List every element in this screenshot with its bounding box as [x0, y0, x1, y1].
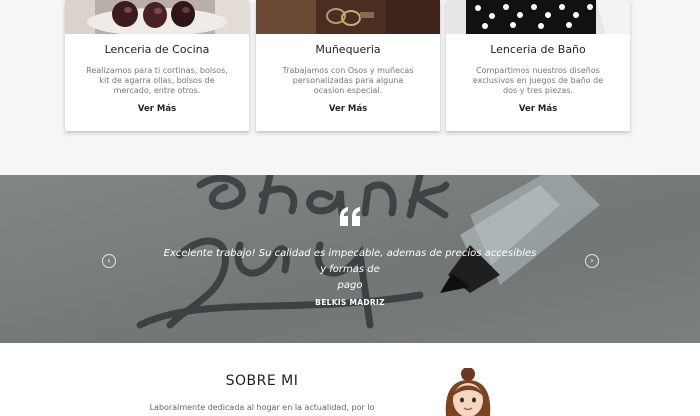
- service-description-line: exclusivos en juegos de baño de: [472, 76, 604, 85]
- quote-icon: [340, 207, 360, 226]
- service-description-line: kit de agarra ollas, bolsos de: [99, 76, 215, 85]
- testimonial-author: BELKIS MADRIZ: [315, 298, 385, 307]
- service-image-cocina: [65, 0, 249, 34]
- service-title: Lenceria de Baño: [490, 43, 586, 56]
- service-image-munequeria: [256, 0, 440, 34]
- service-title: Muñequeria: [315, 43, 381, 56]
- service-description: Realizamos para ti cortinas, bolsos, kit…: [79, 66, 235, 96]
- testimonial-quote-line: pago: [337, 280, 363, 291]
- ver-mas-link[interactable]: Ver Más: [65, 104, 249, 114]
- service-card-munequeria: Muñequeria Trabajamos con Osos y muñecas…: [256, 0, 440, 131]
- service-description-line: Compartimos nuestros diseños: [476, 66, 600, 75]
- service-card-bano: Lenceria de Baño Compartimos nuestros di…: [446, 0, 630, 131]
- service-description: Compartimos nuestros diseños exclusivos …: [460, 66, 616, 96]
- service-card-cocina: Lenceria de Cocina Realizamos para ti co…: [65, 0, 249, 131]
- service-title: Lenceria de Cocina: [104, 43, 210, 56]
- service-image-bano: [446, 0, 630, 34]
- ver-mas-link[interactable]: Ver Más: [446, 104, 630, 114]
- testimonial-quote: Excelente trabajo! Su calidad es impecab…: [160, 246, 540, 294]
- service-description-line: Trabajamos con Osos y muñecas: [282, 66, 414, 75]
- service-description-line: mercado, entre otros.: [113, 86, 201, 95]
- services-section: Lenceria de Cocina Realizamos para ti co…: [0, 0, 700, 175]
- avatar-illustration: [445, 368, 491, 416]
- ver-mas-link[interactable]: Ver Más: [256, 104, 440, 114]
- service-description: Trabajamos con Osos y muñecas personaliz…: [270, 66, 426, 96]
- service-description-line: personalizadas para alguna: [292, 76, 404, 85]
- testimonial-quote-line: Excelente trabajo! Su calidad es impecab…: [163, 248, 537, 275]
- carousel-prev-button[interactable]: ‹: [102, 254, 116, 268]
- carousel-next-button[interactable]: ›: [585, 254, 599, 268]
- about-section: SOBRE MI Laboralmente dedicada al hogar …: [0, 343, 700, 416]
- service-description-line: ocasion especial.: [313, 86, 383, 95]
- about-text: Laboralmente dedicada al hogar en la act…: [149, 403, 375, 412]
- service-description-line: Realizamos para ti cortinas, bolsos,: [86, 66, 228, 75]
- service-description-line: dos y tres piezas.: [503, 86, 573, 95]
